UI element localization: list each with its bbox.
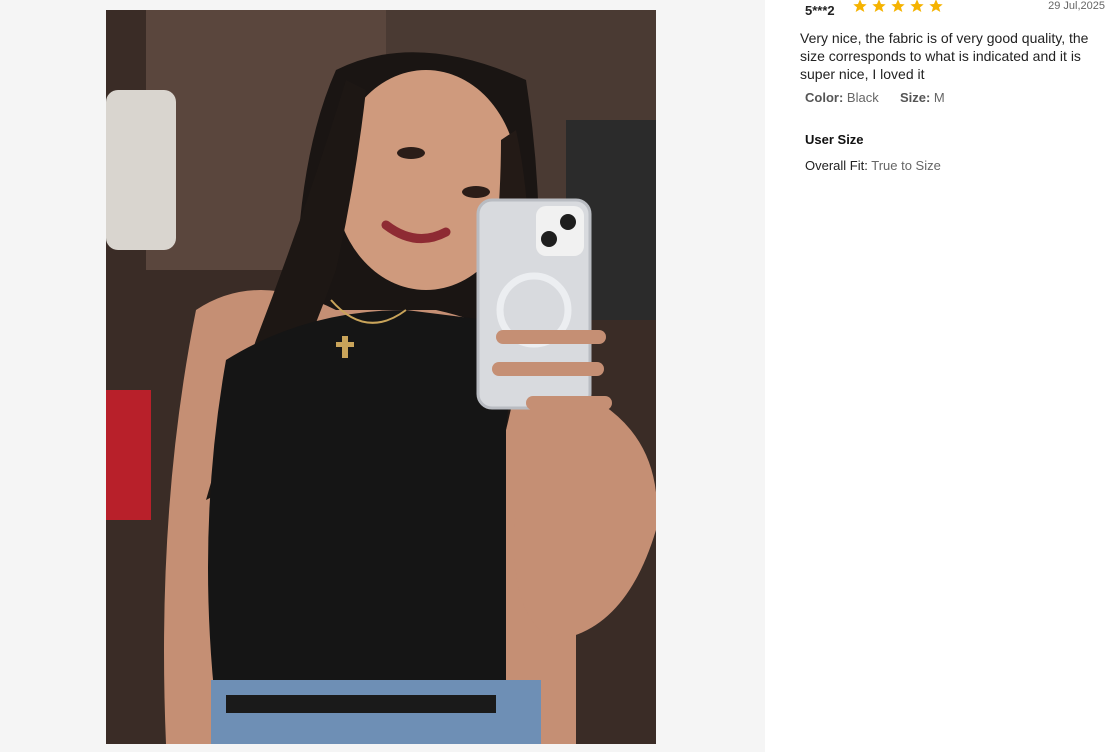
review-photo-image (106, 10, 656, 744)
purchase-attributes: Color: Black Size: M (805, 90, 945, 105)
review-header: 5***2 29 Jul,2025 (765, 0, 1111, 20)
star-icon (853, 0, 867, 12)
review-photo[interactable] (106, 10, 656, 744)
star-icon (929, 0, 943, 12)
fit-label: Overall Fit: (805, 158, 868, 173)
fit-value: True to Size (871, 158, 941, 173)
size-value: M (933, 90, 945, 105)
size-label: Size: (899, 90, 931, 105)
color-value: Black (846, 90, 879, 105)
reviewer-name: 5***2 (805, 3, 835, 18)
star-icon (872, 0, 886, 12)
star-rating (852, 0, 944, 14)
overall-fit: Overall Fit: True to Size (805, 158, 941, 173)
color-label: Color: (805, 90, 844, 105)
user-size-title: User Size (805, 132, 864, 147)
star-icon (910, 0, 924, 12)
gallery-panel (0, 0, 765, 752)
review-panel: 5***2 29 Jul,2025 Very nice, the fabric … (765, 0, 1111, 752)
review-text: Very nice, the fabric is of very good qu… (800, 30, 1089, 82)
star-icon (891, 0, 905, 12)
review-date: 29 Jul,2025 (1048, 0, 1105, 12)
